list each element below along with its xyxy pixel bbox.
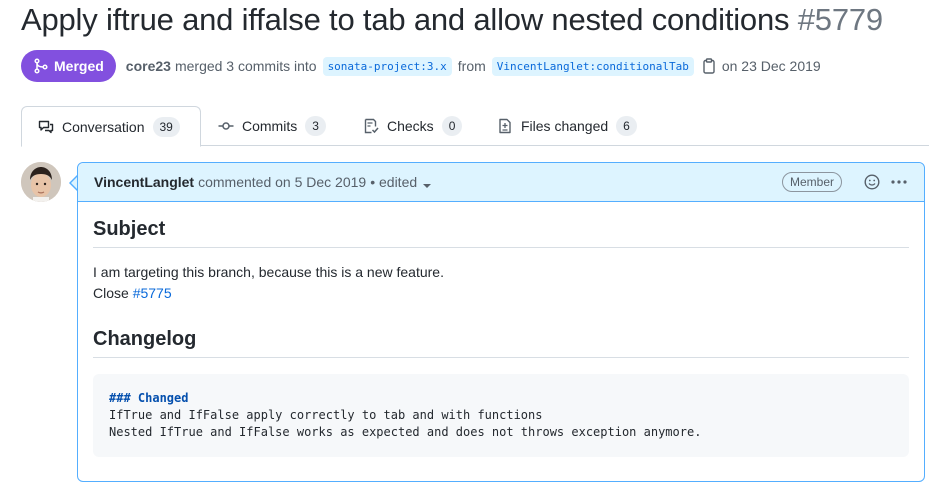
code-heading-line: ### Changed	[109, 391, 189, 405]
edited-label: • edited	[370, 174, 418, 190]
comment-body: Subject I am targeting this branch, beca…	[78, 202, 924, 473]
merge-date: on 23 Dec 2019	[721, 58, 821, 74]
file-diff-icon	[499, 118, 511, 134]
checklist-icon	[364, 118, 379, 134]
tab-commits-counter: 3	[305, 116, 326, 136]
code-line-2: Nested IfTrue and IfFalse works as expec…	[109, 425, 702, 439]
base-branch-link[interactable]: sonata-project:3.x	[322, 56, 452, 76]
close-label: Close	[93, 285, 129, 301]
avatar[interactable]	[21, 162, 61, 202]
comment-box: VincentLanglet commented on 5 Dec 2019 •…	[77, 162, 925, 482]
pr-title: Apply iftrue and iffalse to tab and allo…	[21, 2, 883, 38]
subject-heading: Subject	[93, 218, 909, 248]
git-merge-icon	[34, 58, 48, 74]
comment-author-link[interactable]: VincentLanglet	[94, 174, 194, 190]
merged-state-badge: Merged	[21, 50, 116, 82]
subject-text: I am targeting this branch, because this…	[93, 264, 444, 280]
tab-conversation-counter: 39	[152, 116, 180, 137]
edited-dropdown[interactable]: • edited	[370, 174, 432, 190]
pr-title-text: Apply iftrue and iffalse to tab and allo…	[21, 2, 790, 37]
tab-commits-label: Commits	[242, 118, 298, 134]
caret-down-icon	[423, 184, 432, 188]
pr-meta: Merged core23 merged 3 commits into sona…	[21, 50, 821, 82]
tab-files-changed-counter: 6	[616, 116, 637, 136]
comment-action-text: commented on 5 Dec 2019	[198, 174, 367, 190]
pr-number: #5779	[797, 2, 883, 37]
from-text: from	[457, 58, 486, 74]
changelog-code-block: ### Changed IfTrue and IfFalse apply corr…	[93, 374, 909, 457]
tab-checks-counter: 0	[441, 116, 463, 136]
tab-files-changed-label: Files changed	[521, 118, 609, 134]
tab-conversation[interactable]: Conversation 39	[21, 106, 201, 147]
issue-link[interactable]: #5775	[133, 285, 172, 301]
comment-discussion-icon	[38, 120, 54, 133]
comment-header-actions: Member	[781, 172, 908, 192]
changelog-heading: Changelog	[93, 328, 909, 358]
comment-header: VincentLanglet commented on 5 Dec 2019 •…	[78, 163, 924, 202]
merged-state-label: Merged	[54, 58, 104, 74]
pr-tabs: Conversation 39 Commits 3 Checks 0 Files…	[21, 106, 929, 147]
tab-files-changed[interactable]: Files changed 6	[481, 106, 653, 146]
merge-text: merged 3 commits into	[174, 58, 317, 74]
smiley-icon[interactable]	[864, 174, 880, 190]
member-role-label: Member	[781, 172, 842, 192]
close-line: Close #5775	[93, 283, 909, 304]
kebab-horizontal-icon[interactable]	[890, 174, 908, 190]
tab-checks[interactable]: Checks 0	[347, 106, 478, 146]
code-line-1: IfTrue and IfFalse apply correctly to ta…	[109, 408, 543, 422]
merger-username-link[interactable]: core23	[126, 58, 171, 74]
tab-commits[interactable]: Commits 3	[202, 106, 342, 146]
copy-icon[interactable]	[702, 58, 716, 74]
tab-conversation-label: Conversation	[62, 118, 145, 135]
tab-checks-label: Checks	[387, 118, 434, 134]
head-branch-link[interactable]: VincentLanglet:conditionalTab	[491, 56, 694, 76]
git-commit-icon	[218, 122, 234, 130]
